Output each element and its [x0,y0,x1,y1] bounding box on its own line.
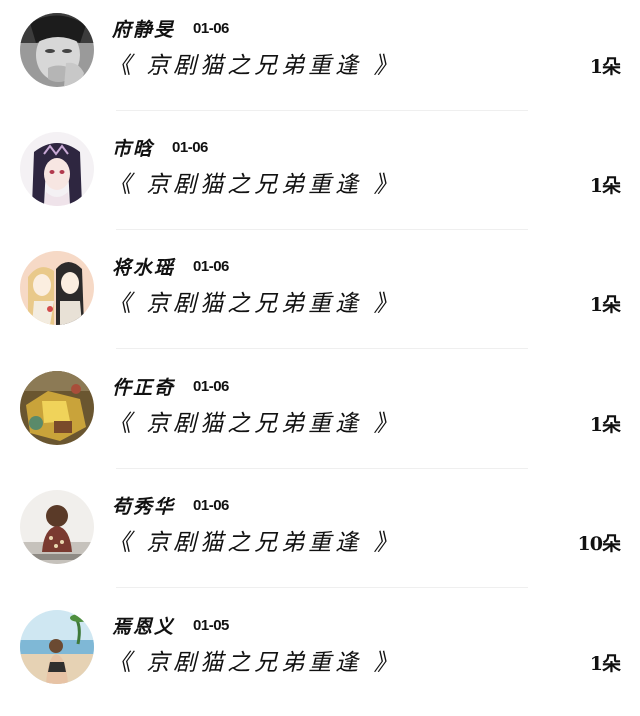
work-title[interactable]: 《 京剧猫之兄弟重逢 》 [108,404,401,438]
divider [116,468,528,469]
list-item[interactable]: 将水瑶 01-06 《 京剧猫之兄弟重逢 》 1朵 [0,238,640,357]
avatar-golden-still-life-icon [20,371,94,445]
avatar[interactable] [20,251,94,325]
list-item[interactable]: 市晗 01-06 《 京剧猫之兄弟重逢 》 1朵 [0,119,640,238]
gift-count: 1朵 [589,175,621,197]
gift-count: 10朵 [577,533,621,555]
gift-count: 1朵 [589,294,621,316]
avatar-anime-girl-icon [20,132,94,206]
work-title[interactable]: 《 京剧猫之兄弟重逢 》 [108,284,401,318]
list-item[interactable]: 府静旻 01-06 《 京剧猫之兄弟重逢 》 1朵 [0,0,640,119]
avatar[interactable] [20,610,94,684]
item-meta: 府静旻 01-06 [112,14,229,42]
divider [116,587,528,588]
user-name[interactable]: 仵正奇 [112,373,175,400]
item-meta: 焉恩义 01-05 [112,611,229,639]
list-item[interactable]: 仵正奇 01-06 《 京剧猫之兄弟重逢 》 1朵 [0,358,640,477]
user-name[interactable]: 市晗 [112,134,154,161]
gift-count: 1朵 [589,56,621,78]
gift-date: 01-06 [193,496,229,514]
list-item[interactable]: 苟秀华 01-06 《 京剧猫之兄弟重逢 》 10朵 [0,477,640,596]
item-meta: 苟秀华 01-06 [112,491,229,519]
item-meta: 仵正奇 01-06 [112,372,229,400]
avatar-crying-woman-icon [20,13,94,87]
divider [116,348,528,349]
gift-date: 01-06 [172,138,208,156]
gift-record-list: 府静旻 01-06 《 京剧猫之兄弟重逢 》 1朵 市晗 01-06 《 京剧猫… [0,0,640,711]
item-meta: 市晗 01-06 [112,133,208,161]
gift-date: 01-06 [193,257,229,275]
work-title[interactable]: 《 京剧猫之兄弟重逢 》 [108,165,401,199]
divider [116,110,528,111]
gift-date: 01-06 [193,377,229,395]
gift-count: 1朵 [589,653,621,675]
avatar-girl-back-view-icon [20,490,94,564]
user-name[interactable]: 苟秀华 [112,492,175,519]
user-name[interactable]: 焉恩义 [112,612,175,639]
work-title[interactable]: 《 京剧猫之兄弟重逢 》 [108,46,401,80]
divider [116,229,528,230]
avatar[interactable] [20,371,94,445]
item-meta: 将水瑶 01-06 [112,252,229,280]
avatar[interactable] [20,13,94,87]
avatar-illustrated-couple-icon [20,251,94,325]
work-title[interactable]: 《 京剧猫之兄弟重逢 》 [108,523,401,557]
work-title[interactable]: 《 京剧猫之兄弟重逢 》 [108,643,401,677]
avatar[interactable] [20,490,94,564]
user-name[interactable]: 将水瑶 [112,253,175,280]
list-item[interactable]: 焉恩义 01-05 《 京剧猫之兄弟重逢 》 1朵 [0,597,640,716]
avatar-beach-woman-icon [20,610,94,684]
gift-date: 01-06 [193,19,229,37]
gift-count: 1朵 [589,414,621,436]
gift-date: 01-05 [193,616,229,634]
user-name[interactable]: 府静旻 [112,15,175,42]
avatar[interactable] [20,132,94,206]
